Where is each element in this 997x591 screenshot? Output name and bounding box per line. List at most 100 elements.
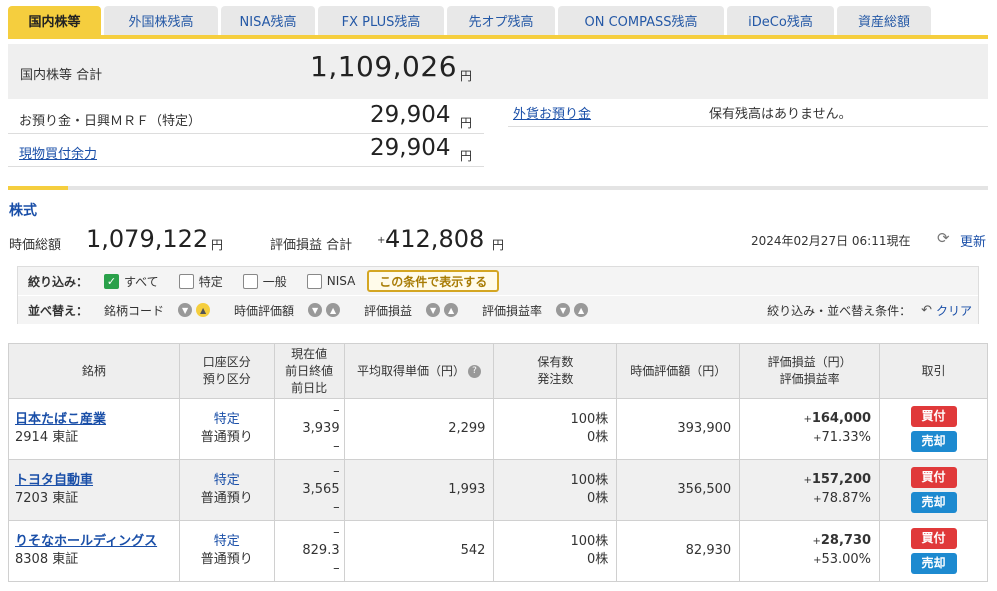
divider: [508, 126, 988, 127]
pl-rate: 53.00%: [821, 552, 872, 567]
account-type: 特定: [213, 534, 240, 549]
pl-value: 28,730: [820, 533, 872, 548]
buy-button[interactable]: 買付: [910, 467, 957, 488]
sell-button[interactable]: 売却: [910, 431, 957, 452]
market-value: 82,930: [616, 520, 741, 582]
col-header-name: 銘柄: [8, 343, 180, 399]
divider: [8, 133, 484, 134]
tab-total-assets[interactable]: 資産総額: [837, 6, 931, 35]
sort-asc-icon[interactable]: ▲: [444, 303, 459, 317]
market-value-label: 時価総額: [9, 238, 62, 253]
current-price: –: [333, 403, 340, 418]
sort-label: 並べ替え：: [28, 303, 89, 318]
tab-ideco[interactable]: iDeCo残高: [727, 6, 834, 35]
buying-power-link[interactable]: 現物買付余力: [19, 143, 97, 162]
pl-value: 157,200: [811, 472, 872, 487]
current-price: –: [333, 464, 340, 479]
tab-foreign-stocks[interactable]: 外国株残高: [104, 6, 218, 35]
quantity: 100株: [570, 412, 609, 427]
change: –: [333, 500, 340, 515]
total-yen: 円: [460, 69, 473, 83]
filter-specific-checkbox[interactable]: [178, 273, 194, 289]
fx-deposit-status: 保有残高はありません。: [709, 107, 852, 122]
tab-on-compass[interactable]: ON COMPASS残高: [558, 6, 724, 35]
tab-futures-options[interactable]: 先オプ残高: [447, 6, 555, 35]
filter-nisa-checkbox[interactable]: [306, 273, 322, 289]
sort-field-pl: 評価損益: [364, 303, 413, 318]
section-title-stocks: 株式: [9, 203, 37, 219]
market-value: 393,900: [616, 398, 741, 460]
prev-close: 3,565: [302, 482, 340, 497]
sort-desc-icon[interactable]: ▼: [308, 303, 323, 317]
stock-name-link[interactable]: りそなホールディングス: [15, 534, 157, 549]
help-icon[interactable]: ?: [468, 364, 482, 378]
prev-close: 829.3: [302, 543, 340, 558]
refresh-button[interactable]: 更新: [960, 231, 986, 250]
sort-asc-icon[interactable]: ▲: [326, 303, 341, 317]
divider: [8, 166, 484, 167]
market-value: 1,079,122: [86, 225, 209, 253]
filter-all-label: すべて: [124, 274, 159, 289]
pl-rate: 78.87%: [821, 491, 872, 506]
sort-desc-icon[interactable]: ▼: [556, 303, 571, 317]
account-type: 特定: [213, 412, 240, 427]
deposit-value: 29,904: [370, 102, 451, 128]
tab-domestic-stocks[interactable]: 国内株等: [8, 6, 101, 35]
tab-fx-plus[interactable]: FX PLUS残高: [318, 6, 444, 35]
pl-value: 164,000: [811, 411, 872, 426]
table-row: 日本たばこ産業 2914 東証 特定 普通預り – 3,939 – 2,299 100株…: [8, 398, 988, 460]
market-value: 356,500: [616, 459, 741, 521]
stock-name-link[interactable]: 日本たばこ産業: [15, 412, 106, 427]
filter-all-checkbox[interactable]: ✓: [104, 273, 119, 289]
tab-nisa[interactable]: NISA残高: [221, 6, 315, 35]
sort-desc-icon[interactable]: ▼: [426, 303, 441, 317]
change: –: [333, 439, 340, 454]
col-header-account: 口座区分 預り区分: [178, 343, 275, 399]
filter-general-label: 一般: [262, 274, 287, 289]
market-value-yen: 円: [211, 238, 224, 252]
sort-asc-icon[interactable]: ▲: [574, 303, 589, 317]
table-row: りそなホールディングス 8308 東証 特定 普通預り – 829.3 – 542 10…: [8, 520, 988, 582]
sort-field-code: 銘柄コード: [104, 303, 165, 318]
buy-button[interactable]: 買付: [910, 528, 957, 549]
clear-button[interactable]: クリア: [936, 302, 972, 319]
col-header-trade: 取引: [879, 343, 988, 399]
section-separator: [8, 186, 988, 190]
col-header-pl: 評価損益（円） 評価損益率: [739, 343, 881, 399]
change: –: [333, 561, 340, 576]
timestamp: 2024年02月27日 06:11現在: [751, 234, 911, 248]
avg-cost: 542: [343, 520, 495, 582]
undo-icon[interactable]: ↶: [921, 303, 932, 318]
order-quantity: 0株: [586, 491, 609, 506]
sell-button[interactable]: 売却: [910, 553, 957, 574]
avg-cost: 2,299: [343, 398, 495, 460]
filter-panel: 絞り込み： ✓ すべて 特定 一般 NISA この条件で表示する 並べ替え： 銘…: [17, 266, 979, 324]
sort-field-pl-rate: 評価損益率: [482, 303, 543, 318]
stock-code: 8308 東証: [15, 552, 79, 567]
filter-nisa-label: NISA: [326, 274, 356, 288]
pl-total: 412,808: [385, 225, 485, 253]
conditions-label: 絞り込み・並べ替え条件：: [767, 303, 912, 318]
refresh-icon[interactable]: ⟳: [937, 229, 950, 247]
stock-name-link[interactable]: トヨタ自動車: [15, 473, 93, 488]
sort-asc-icon[interactable]: ▲: [196, 303, 211, 317]
deposit-type: 普通預り: [200, 430, 253, 445]
stock-code: 2914 東証: [15, 430, 79, 445]
col-header-qty: 保有数 発注数: [493, 343, 618, 399]
total-value-display: 1,109,026: [310, 50, 458, 83]
pl-rate: 71.33%: [821, 430, 872, 445]
total-summary: 国内株等 合計 1,109,026: [8, 44, 988, 99]
filter-label: 絞り込み：: [28, 274, 89, 289]
stock-code: 7203 東証: [15, 491, 79, 506]
fx-deposit-link[interactable]: 外貨お預り金: [513, 103, 591, 122]
filter-general-checkbox[interactable]: [242, 273, 258, 289]
sort-desc-icon[interactable]: ▼: [178, 303, 193, 317]
filter-row: 絞り込み： ✓ すべて 特定 一般 NISA この条件で表示する: [18, 267, 978, 295]
deposit-type: 普通預り: [200, 552, 253, 567]
total-label: 国内株等 合計: [20, 68, 103, 83]
sort-field-market-value: 時価評価額: [234, 303, 295, 318]
sell-button[interactable]: 売却: [910, 492, 957, 513]
pl-yen: 円: [492, 238, 505, 252]
buy-button[interactable]: 買付: [910, 406, 957, 427]
apply-filter-button[interactable]: この条件で表示する: [367, 270, 500, 292]
